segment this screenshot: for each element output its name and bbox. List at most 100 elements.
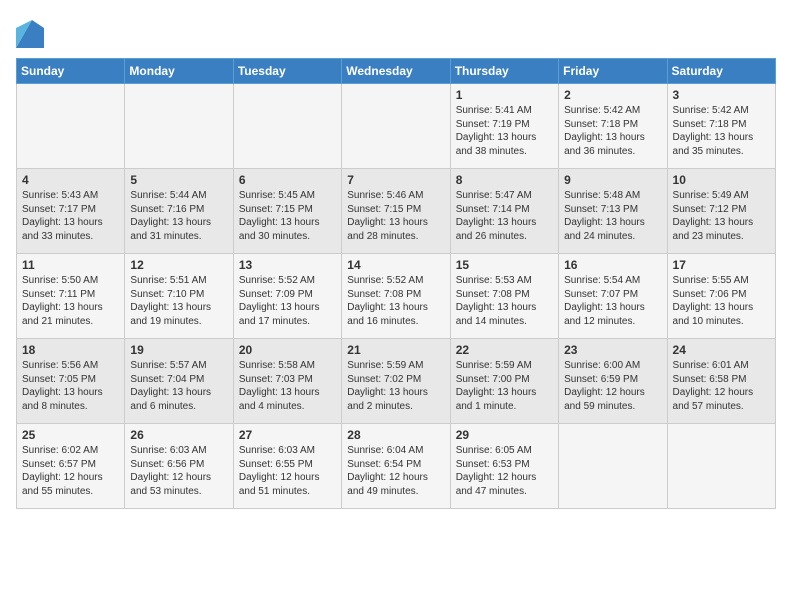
calendar-week-row: 11 Sunrise: 5:50 AM Sunset: 7:11 PM Dayli… bbox=[17, 254, 776, 339]
cell-content: Sunrise: 5:52 AM Sunset: 7:08 PM Dayligh… bbox=[347, 274, 444, 328]
calendar-cell: 18 Sunrise: 5:56 AM Sunset: 7:05 PM Dayli… bbox=[17, 339, 125, 424]
calendar-cell: 24 Sunrise: 6:01 AM Sunset: 6:58 PM Dayli… bbox=[667, 339, 775, 424]
calendar-cell: 28Sunrise: 6:04 AM Sunset: 6:54 PM Dayli… bbox=[342, 424, 450, 509]
calendar-cell: 21 Sunrise: 5:59 AM Sunset: 7:02 PM Dayli… bbox=[342, 339, 450, 424]
calendar-cell: 10 Sunrise: 5:49 AM Sunset: 7:12 PM Dayli… bbox=[667, 169, 775, 254]
calendar-week-row: 4 Sunrise: 5:43 AM Sunset: 7:17 PM Daylig… bbox=[17, 169, 776, 254]
cell-content: Sunrise: 5:42 AM Sunset: 7:18 PM Dayligh… bbox=[673, 104, 770, 158]
calendar-cell: 6 Sunrise: 5:45 AM Sunset: 7:15 PM Daylig… bbox=[233, 169, 341, 254]
header-day: Tuesday bbox=[233, 59, 341, 84]
calendar-cell: 14 Sunrise: 5:52 AM Sunset: 7:08 PM Dayli… bbox=[342, 254, 450, 339]
calendar-cell: 1 Sunrise: 5:41 AM Sunset: 7:19 PM Daylig… bbox=[450, 84, 558, 169]
logo bbox=[16, 20, 48, 48]
header-row: SundayMondayTuesdayWednesdayThursdayFrid… bbox=[17, 59, 776, 84]
cell-content: Sunrise: 6:03 AM Sunset: 6:56 PM Dayligh… bbox=[130, 444, 227, 498]
cell-content: Sunrise: 6:05 AM Sunset: 6:53 PM Dayligh… bbox=[456, 444, 553, 498]
calendar-cell bbox=[667, 424, 775, 509]
calendar-cell: 12 Sunrise: 5:51 AM Sunset: 7:10 PM Dayli… bbox=[125, 254, 233, 339]
calendar-table: SundayMondayTuesdayWednesdayThursdayFrid… bbox=[16, 58, 776, 509]
cell-content: Sunrise: 5:58 AM Sunset: 7:03 PM Dayligh… bbox=[239, 359, 336, 413]
cell-content: Sunrise: 5:41 AM Sunset: 7:19 PM Dayligh… bbox=[456, 104, 553, 158]
calendar-cell: 13 Sunrise: 5:52 AM Sunset: 7:09 PM Dayli… bbox=[233, 254, 341, 339]
header-day: Sunday bbox=[17, 59, 125, 84]
day-number: 14 bbox=[347, 258, 444, 272]
calendar-cell: 19 Sunrise: 5:57 AM Sunset: 7:04 PM Dayli… bbox=[125, 339, 233, 424]
cell-content: Sunrise: 5:43 AM Sunset: 7:17 PM Dayligh… bbox=[22, 189, 119, 243]
cell-content: Sunrise: 5:45 AM Sunset: 7:15 PM Dayligh… bbox=[239, 189, 336, 243]
cell-content: Sunrise: 5:44 AM Sunset: 7:16 PM Dayligh… bbox=[130, 189, 227, 243]
calendar-cell: 5Sunrise: 5:44 AM Sunset: 7:16 PM Daylig… bbox=[125, 169, 233, 254]
cell-content: Sunrise: 5:47 AM Sunset: 7:14 PM Dayligh… bbox=[456, 189, 553, 243]
calendar-cell: 3Sunrise: 5:42 AM Sunset: 7:18 PM Daylig… bbox=[667, 84, 775, 169]
day-number: 11 bbox=[22, 258, 119, 272]
calendar-cell: 16Sunrise: 5:54 AM Sunset: 7:07 PM Dayli… bbox=[559, 254, 667, 339]
day-number: 16 bbox=[564, 258, 661, 272]
calendar-week-row: 1 Sunrise: 5:41 AM Sunset: 7:19 PM Daylig… bbox=[17, 84, 776, 169]
calendar-cell bbox=[233, 84, 341, 169]
calendar-week-row: 25Sunrise: 6:02 AM Sunset: 6:57 PM Dayli… bbox=[17, 424, 776, 509]
cell-content: Sunrise: 5:49 AM Sunset: 7:12 PM Dayligh… bbox=[673, 189, 770, 243]
calendar-cell: 2Sunrise: 5:42 AM Sunset: 7:18 PM Daylig… bbox=[559, 84, 667, 169]
day-number: 6 bbox=[239, 173, 336, 187]
cell-content: Sunrise: 5:46 AM Sunset: 7:15 PM Dayligh… bbox=[347, 189, 444, 243]
cell-content: Sunrise: 5:51 AM Sunset: 7:10 PM Dayligh… bbox=[130, 274, 227, 328]
calendar-cell: 23 Sunrise: 6:00 AM Sunset: 6:59 PM Dayli… bbox=[559, 339, 667, 424]
header-day: Thursday bbox=[450, 59, 558, 84]
calendar-cell: 8 Sunrise: 5:47 AM Sunset: 7:14 PM Daylig… bbox=[450, 169, 558, 254]
cell-content: Sunrise: 5:56 AM Sunset: 7:05 PM Dayligh… bbox=[22, 359, 119, 413]
day-number: 22 bbox=[456, 343, 553, 357]
cell-content: Sunrise: 5:55 AM Sunset: 7:06 PM Dayligh… bbox=[673, 274, 770, 328]
day-number: 27 bbox=[239, 428, 336, 442]
day-number: 18 bbox=[22, 343, 119, 357]
calendar-cell: 7 Sunrise: 5:46 AM Sunset: 7:15 PM Daylig… bbox=[342, 169, 450, 254]
calendar-cell: 22 Sunrise: 5:59 AM Sunset: 7:00 PM Dayli… bbox=[450, 339, 558, 424]
day-number: 19 bbox=[130, 343, 227, 357]
day-number: 1 bbox=[456, 88, 553, 102]
cell-content: Sunrise: 5:59 AM Sunset: 7:02 PM Dayligh… bbox=[347, 359, 444, 413]
day-number: 20 bbox=[239, 343, 336, 357]
calendar-cell: 17 Sunrise: 5:55 AM Sunset: 7:06 PM Dayli… bbox=[667, 254, 775, 339]
cell-content: Sunrise: 6:02 AM Sunset: 6:57 PM Dayligh… bbox=[22, 444, 119, 498]
cell-content: Sunrise: 5:50 AM Sunset: 7:11 PM Dayligh… bbox=[22, 274, 119, 328]
calendar-cell: 4 Sunrise: 5:43 AM Sunset: 7:17 PM Daylig… bbox=[17, 169, 125, 254]
day-number: 21 bbox=[347, 343, 444, 357]
day-number: 24 bbox=[673, 343, 770, 357]
page-header bbox=[16, 16, 776, 48]
cell-content: Sunrise: 6:00 AM Sunset: 6:59 PM Dayligh… bbox=[564, 359, 661, 413]
cell-content: Sunrise: 5:53 AM Sunset: 7:08 PM Dayligh… bbox=[456, 274, 553, 328]
day-number: 8 bbox=[456, 173, 553, 187]
calendar-cell bbox=[17, 84, 125, 169]
logo-icon bbox=[16, 20, 44, 48]
calendar-cell: 20 Sunrise: 5:58 AM Sunset: 7:03 PM Dayli… bbox=[233, 339, 341, 424]
day-number: 10 bbox=[673, 173, 770, 187]
calendar-cell: 29Sunrise: 6:05 AM Sunset: 6:53 PM Dayli… bbox=[450, 424, 558, 509]
day-number: 26 bbox=[130, 428, 227, 442]
cell-content: Sunrise: 5:59 AM Sunset: 7:00 PM Dayligh… bbox=[456, 359, 553, 413]
calendar-cell: 9 Sunrise: 5:48 AM Sunset: 7:13 PM Daylig… bbox=[559, 169, 667, 254]
cell-content: Sunrise: 5:52 AM Sunset: 7:09 PM Dayligh… bbox=[239, 274, 336, 328]
day-number: 2 bbox=[564, 88, 661, 102]
calendar-cell bbox=[125, 84, 233, 169]
day-number: 4 bbox=[22, 173, 119, 187]
day-number: 23 bbox=[564, 343, 661, 357]
day-number: 13 bbox=[239, 258, 336, 272]
calendar-week-row: 18 Sunrise: 5:56 AM Sunset: 7:05 PM Dayli… bbox=[17, 339, 776, 424]
day-number: 7 bbox=[347, 173, 444, 187]
header-day: Saturday bbox=[667, 59, 775, 84]
calendar-cell bbox=[559, 424, 667, 509]
calendar-cell: 15 Sunrise: 5:53 AM Sunset: 7:08 PM Dayli… bbox=[450, 254, 558, 339]
day-number: 17 bbox=[673, 258, 770, 272]
day-number: 15 bbox=[456, 258, 553, 272]
calendar-cell: 11 Sunrise: 5:50 AM Sunset: 7:11 PM Dayli… bbox=[17, 254, 125, 339]
cell-content: Sunrise: 6:03 AM Sunset: 6:55 PM Dayligh… bbox=[239, 444, 336, 498]
cell-content: Sunrise: 5:57 AM Sunset: 7:04 PM Dayligh… bbox=[130, 359, 227, 413]
header-day: Wednesday bbox=[342, 59, 450, 84]
calendar-cell: 26 Sunrise: 6:03 AM Sunset: 6:56 PM Dayli… bbox=[125, 424, 233, 509]
day-number: 12 bbox=[130, 258, 227, 272]
header-day: Friday bbox=[559, 59, 667, 84]
day-number: 9 bbox=[564, 173, 661, 187]
cell-content: Sunrise: 6:01 AM Sunset: 6:58 PM Dayligh… bbox=[673, 359, 770, 413]
calendar-cell: 25Sunrise: 6:02 AM Sunset: 6:57 PM Dayli… bbox=[17, 424, 125, 509]
cell-content: Sunrise: 5:48 AM Sunset: 7:13 PM Dayligh… bbox=[564, 189, 661, 243]
calendar-cell bbox=[342, 84, 450, 169]
